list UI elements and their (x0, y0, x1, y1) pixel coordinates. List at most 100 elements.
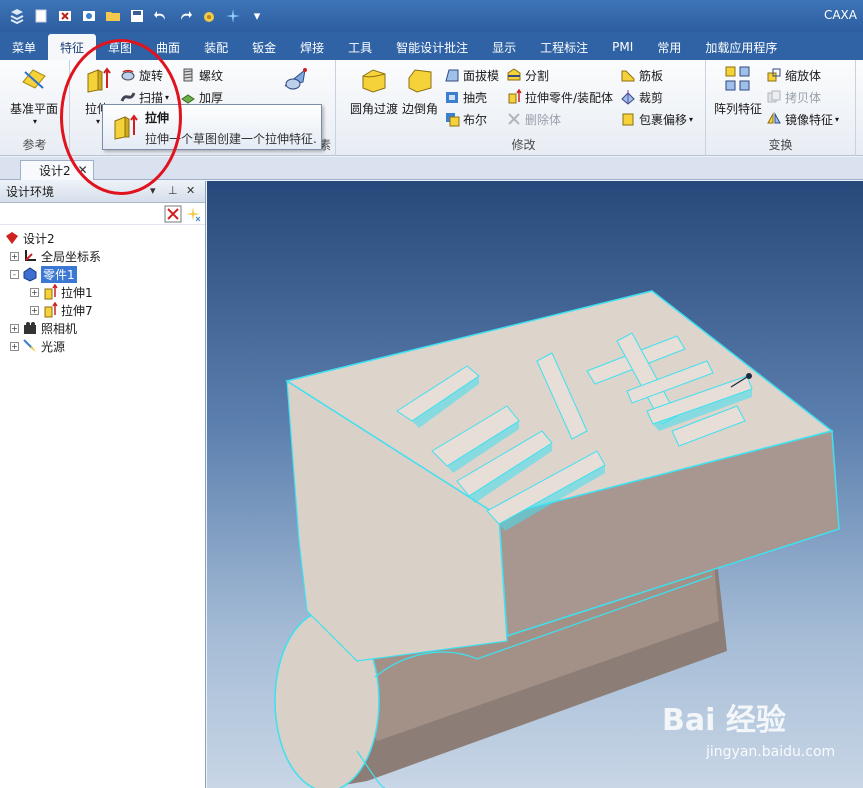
datum-plane-label: 基准平面 (9, 102, 58, 116)
print-icon[interactable] (78, 5, 100, 27)
wrap-offset-button[interactable]: 包裹偏移 ▾ (620, 109, 693, 129)
split-icon (507, 68, 521, 81)
draft-button[interactable]: 面拔模 (444, 65, 499, 85)
sweep-icon (120, 92, 136, 102)
tree-node[interactable]: - 零件1 (4, 265, 205, 283)
trim-icon (621, 90, 635, 105)
split-button[interactable]: 分割 (506, 65, 549, 85)
tab-13[interactable]: 加载应用程序 (693, 34, 789, 60)
trim-button[interactable]: 裁剪 (620, 87, 663, 107)
sweep-label: 扫描 (139, 90, 164, 105)
panel-header: 设计环境 ▾ ⊥ ✕ (0, 181, 205, 203)
delete-body-label: 删除体 (525, 112, 562, 127)
fillet-icon (362, 69, 386, 93)
thicken-icon (181, 94, 195, 104)
chevron-down-icon: ▾ (32, 117, 37, 126)
chamfer-button[interactable]: 边倒角 (400, 64, 440, 117)
new-icon[interactable] (30, 5, 52, 27)
boolean-button[interactable]: 布尔 (444, 109, 487, 129)
tree-node[interactable]: + 拉伸1 (4, 283, 205, 301)
settings-icon[interactable] (198, 5, 220, 27)
tab-7[interactable]: 工具 (336, 34, 384, 60)
chevron-down-icon: ▾ (165, 92, 170, 102)
cone-tool-button[interactable] (266, 64, 326, 100)
group-transform: 阵列特征 缩放体 拷贝体 镜像特征 ▾ 变换 (706, 60, 856, 156)
delete-body-button[interactable]: 删除体 (506, 109, 561, 129)
mirror-feature-label: 镜像特征 (785, 112, 834, 127)
open-icon[interactable] (54, 5, 76, 27)
tab-1[interactable]: 特征 (48, 34, 97, 60)
fillet-button[interactable]: 圆角过渡 (344, 64, 404, 117)
copy-body-button[interactable]: 拷贝体 (766, 87, 821, 107)
shell-label: 抽壳 (463, 90, 488, 105)
rib-icon (621, 70, 635, 82)
expander-icon[interactable]: + (10, 251, 19, 261)
app-menu-icon[interactable] (6, 5, 28, 27)
rib-button[interactable]: 筋板 (620, 65, 663, 85)
thread-button[interactable]: 螺纹 (180, 65, 223, 85)
document-tab[interactable]: 设计2 ✕ (20, 160, 94, 180)
tree-node[interactable]: + 拉伸7 (4, 301, 205, 319)
tab-5[interactable]: 钣金 (240, 34, 288, 60)
tab-2[interactable]: 草图 (96, 34, 144, 60)
camera-icon (24, 322, 36, 334)
folder-icon[interactable] (102, 5, 124, 27)
tree-node-label: 照相机 (41, 321, 78, 336)
expander-icon[interactable]: + (10, 341, 19, 351)
delete-icon[interactable] (164, 205, 182, 223)
close-icon[interactable]: ✕ (78, 163, 88, 177)
dropdown-icon[interactable]: ▾ (246, 5, 268, 27)
mirror-feature-button[interactable]: 镜像特征 ▾ (766, 109, 839, 129)
scale-body-icon (767, 68, 781, 82)
filter-icon[interactable] (184, 205, 202, 223)
pattern-icon (725, 66, 750, 91)
group-label-modify: 修改 (511, 138, 536, 152)
thread-label: 螺纹 (199, 68, 224, 83)
tab-12[interactable]: 常用 (645, 34, 693, 60)
scale-body-label: 缩放体 (785, 68, 822, 83)
pattern-button[interactable]: 阵列特征 (708, 64, 768, 117)
tab-4[interactable]: 装配 (192, 34, 240, 60)
revolve-icon (121, 69, 135, 81)
shell-button[interactable]: 抽壳 (444, 87, 487, 107)
tab-11[interactable]: PMI (600, 34, 645, 60)
redo-icon[interactable] (174, 5, 196, 27)
scale-body-button[interactable]: 缩放体 (766, 65, 821, 85)
delete-body-icon (508, 113, 520, 125)
tab-6[interactable]: 焊接 (288, 34, 336, 60)
panel-menu-icon[interactable]: ▾ (150, 184, 156, 197)
tree-node[interactable]: + 照相机 (4, 319, 205, 337)
sparkle-icon[interactable] (222, 5, 244, 27)
datum-plane-button[interactable]: 基准平面 ▾ (4, 64, 64, 126)
watermark-url: jingyan.baidu.com (706, 744, 836, 760)
extrude-to-part-button[interactable]: 拉伸零件/装配体 (506, 87, 613, 107)
expander-icon[interactable]: + (30, 305, 39, 315)
tab-3[interactable]: 曲面 (144, 34, 192, 60)
expander-icon[interactable]: + (30, 287, 39, 297)
tab-0[interactable]: 菜单 (0, 34, 48, 60)
tree-node-label: 全局坐标系 (41, 249, 102, 264)
thread-icon (183, 68, 193, 82)
tree-node[interactable]: 设计2 (4, 229, 205, 247)
tab-10[interactable]: 工程标注 (528, 34, 600, 60)
group-label-transform: 变换 (768, 138, 793, 152)
split-label: 分割 (525, 68, 550, 83)
close-icon[interactable]: ✕ (186, 184, 195, 197)
tab-9[interactable]: 显示 (480, 34, 528, 60)
pin-icon[interactable]: ⊥ (168, 184, 178, 197)
light-icon (23, 339, 36, 352)
design-icon (6, 232, 18, 244)
revolve-button[interactable]: 旋转 (120, 65, 163, 85)
tree-node[interactable]: + 光源 (4, 337, 205, 355)
expander-icon[interactable]: - (10, 269, 19, 279)
expander-icon[interactable]: + (10, 323, 19, 333)
tab-8[interactable]: 智能设计批注 (384, 34, 480, 60)
undo-icon[interactable] (150, 5, 172, 27)
copy-body-icon (767, 90, 781, 103)
extrude-tooltip: 拉伸 拉伸一个草图创建一个拉伸特征. (102, 104, 322, 150)
tree-node[interactable]: + 全局坐标系 (4, 247, 205, 265)
save-icon[interactable] (126, 5, 148, 27)
fillet-label: 圆角过渡 (349, 102, 398, 116)
thicken-label: 加厚 (199, 90, 224, 105)
extrude-icon (87, 67, 111, 93)
